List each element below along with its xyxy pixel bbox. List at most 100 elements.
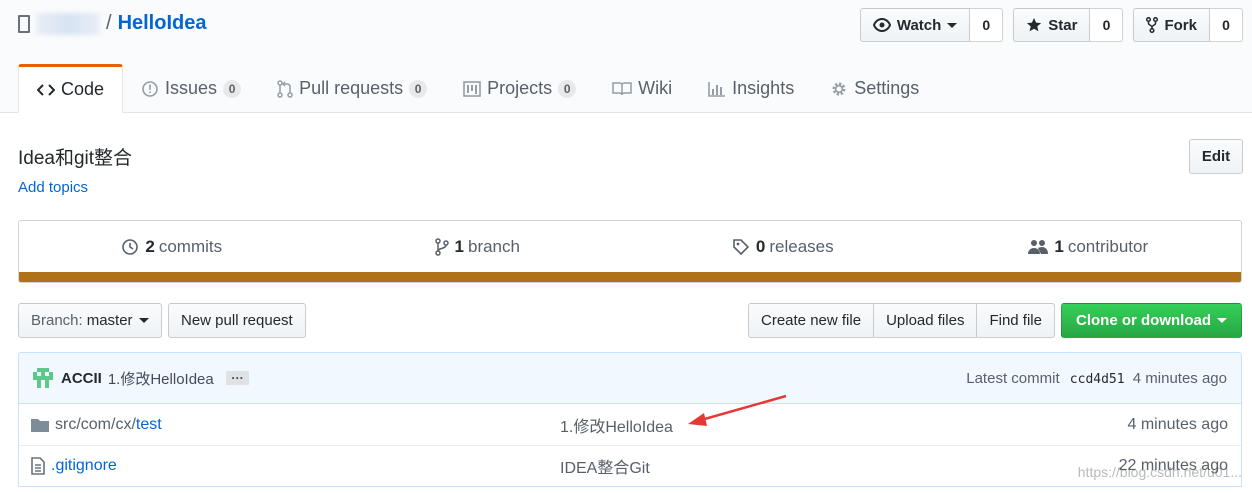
branch-icon (434, 237, 449, 256)
owner-name-blurred[interactable] (36, 12, 100, 35)
tab-pull-requests[interactable]: Pull requests 0 (259, 64, 445, 113)
language-bar[interactable] (19, 272, 1241, 282)
pull-requests-counter: 0 (409, 79, 428, 98)
fork-button[interactable]: Fork (1133, 8, 1210, 42)
branches-count: 1 (454, 236, 464, 256)
contributors-link[interactable]: 1 contributor (936, 221, 1242, 272)
branch-name: master (86, 312, 133, 329)
tab-insights[interactable]: Insights (690, 64, 812, 113)
repo-icon (18, 14, 30, 33)
releases-label: releases (769, 236, 834, 256)
upload-files-button[interactable]: Upload files (874, 303, 978, 338)
fork-count[interactable]: 0 (1210, 8, 1243, 42)
commits-label: commits (158, 236, 223, 256)
commits-link[interactable]: 2 commits (19, 221, 325, 272)
contributors-count: 1 (1054, 236, 1064, 256)
red-arrow-annotation (688, 394, 787, 426)
repo-summary: 2 commits 1 branch 0 releases 1 contribu… (18, 220, 1242, 283)
fork-group: Fork 0 (1133, 8, 1243, 42)
commits-count: 2 (145, 236, 155, 256)
new-pull-request-button[interactable]: New pull request (168, 303, 306, 338)
file-list: src/com/cx/test 1.修改HelloIdea 4 minutes … (18, 404, 1242, 487)
pull-request-icon (277, 79, 293, 98)
tab-code[interactable]: Code (18, 64, 124, 113)
commit-age: 4 minutes ago (1132, 369, 1227, 387)
tab-wiki[interactable]: Wiki (594, 64, 690, 113)
edit-button[interactable]: Edit (1189, 139, 1243, 174)
tab-label: Pull requests (299, 78, 404, 98)
chevron-down-icon (138, 318, 149, 323)
people-icon (1028, 239, 1049, 255)
latest-commit-bar: ACCII 1.修改HelloIdea … Latest commit ccd4… (18, 352, 1242, 404)
expand-commit-button[interactable]: … (225, 368, 249, 385)
tab-label: Projects (487, 78, 553, 98)
gear-icon (830, 80, 848, 98)
tab-label: Issues (165, 78, 218, 98)
releases-link[interactable]: 0 releases (630, 221, 936, 272)
repo-actions: Watch 0 Star 0 Fork 0 (850, 8, 1243, 42)
branch-select[interactable]: Branch: master (18, 303, 162, 338)
commit-sha-link[interactable]: ccd4d51 (1070, 372, 1125, 387)
fork-label: Fork (1164, 16, 1197, 34)
releases-count: 0 (755, 236, 766, 256)
tab-label: Code (61, 79, 105, 99)
file-actions: Create new file Upload files Find file (748, 303, 1055, 338)
clone-or-download-button[interactable]: Clone or download (1061, 303, 1242, 338)
create-new-file-button[interactable]: Create new file (748, 303, 875, 338)
file-commit-message[interactable]: IDEA整合Git (560, 454, 650, 478)
history-icon (121, 238, 139, 256)
star-count[interactable]: 0 (1090, 8, 1124, 42)
file-commit-message[interactable]: 1.修改HelloIdea (560, 413, 673, 437)
file-name-cell: src/com/cx/test (31, 416, 162, 434)
tab-label: Insights (732, 78, 795, 98)
star-label: Star (1048, 16, 1078, 34)
file-age: 4 minutes ago (1127, 415, 1228, 433)
file-row: src/com/cx/test 1.修改HelloIdea 4 minutes … (19, 404, 1241, 445)
folder-path-prefix[interactable]: src/com/cx/ (55, 416, 136, 434)
star-icon (1026, 17, 1042, 33)
watch-group: Watch 0 (859, 8, 1004, 42)
tab-settings[interactable]: Settings (812, 64, 937, 113)
repo-description: Idea和git整合 (18, 148, 133, 169)
commit-message-link[interactable]: 1.修改HelloIdea (108, 368, 214, 389)
projects-counter: 0 (558, 79, 577, 98)
star-group: Star 0 (1013, 8, 1124, 42)
find-file-button[interactable]: Find file (977, 303, 1055, 338)
repo-title: / HelloIdea (18, 12, 206, 35)
commit-author-link[interactable]: ACCII (61, 370, 102, 387)
repo-nav-tabs: Code Issues 0 Pull requests 0 Projects 0 (18, 64, 937, 113)
clone-label: Clone or download (1076, 312, 1211, 329)
summary-row: 2 commits 1 branch 0 releases 1 contribu… (19, 221, 1241, 272)
star-button[interactable]: Star (1013, 8, 1091, 42)
chevron-down-icon (947, 22, 958, 28)
repo-header: / HelloIdea Watch 0 Star 0 Fork 0 Code I… (0, 0, 1252, 113)
file-row: .gitignore IDEA整合Git 22 minutes ago (19, 445, 1241, 486)
issue-icon (141, 80, 159, 98)
tab-projects[interactable]: Projects 0 (445, 64, 594, 113)
fork-icon (1146, 17, 1159, 33)
watch-button[interactable]: Watch (859, 8, 971, 42)
file-toolbar: Branch: master New pull request Create n… (18, 303, 1242, 338)
tab-issues[interactable]: Issues 0 (123, 64, 259, 113)
file-icon (31, 457, 45, 475)
latest-commit-info: Latest commit ccd4d51 4 minutes ago (966, 370, 1227, 387)
folder-icon (31, 418, 49, 432)
graph-icon (708, 81, 726, 97)
tab-label: Wiki (638, 78, 673, 98)
file-link[interactable]: .gitignore (51, 457, 117, 475)
watermark: https://blog.csdn.net/u01... (1077, 464, 1242, 480)
repo-name-link[interactable]: HelloIdea (118, 12, 207, 35)
avatar[interactable] (33, 368, 53, 388)
eye-icon (872, 18, 891, 32)
tab-label: Settings (854, 78, 920, 98)
folder-link[interactable]: test (136, 416, 162, 434)
add-topics-link[interactable]: Add topics (18, 179, 88, 196)
branches-link[interactable]: 1 branch (325, 221, 631, 272)
watch-count[interactable]: 0 (970, 8, 1004, 42)
book-icon (612, 81, 632, 97)
project-icon (463, 80, 481, 97)
path-separator: / (106, 12, 112, 34)
tag-icon (732, 238, 750, 256)
branch-prefix: Branch: (31, 312, 83, 329)
watch-label: Watch (896, 16, 942, 34)
